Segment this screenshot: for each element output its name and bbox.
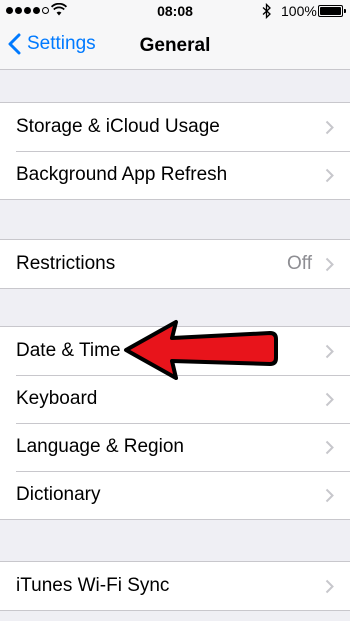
- row-restrictions[interactable]: Restrictions Off: [0, 240, 350, 288]
- chevron-right-icon: [325, 120, 334, 135]
- page-title: General: [139, 35, 211, 56]
- settings-group-storage: Storage & iCloud Usage Background App Re…: [0, 102, 350, 200]
- chevron-right-icon: [325, 579, 334, 594]
- row-language-region[interactable]: Language & Region: [0, 423, 350, 471]
- row-storage-icloud-usage[interactable]: Storage & iCloud Usage: [0, 103, 350, 151]
- red-arrow-icon: [124, 320, 278, 380]
- chevron-right-icon: [325, 257, 334, 272]
- settings-group-restrictions: Restrictions Off: [0, 239, 350, 289]
- row-background-app-refresh[interactable]: Background App Refresh: [0, 151, 350, 199]
- row-value: Off: [287, 253, 312, 274]
- chevron-right-icon: [325, 392, 334, 407]
- row-itunes-wifi-sync[interactable]: iTunes Wi-Fi Sync: [0, 562, 350, 610]
- battery-icon: [318, 5, 343, 17]
- battery-percentage: 100%: [281, 3, 317, 19]
- battery-tip: [344, 9, 346, 13]
- row-label: iTunes Wi-Fi Sync: [16, 575, 170, 596]
- chevron-right-icon: [325, 168, 334, 183]
- navigation-bar: Settings General: [0, 22, 350, 70]
- status-bar: 08:08 100%: [0, 0, 350, 22]
- bluetooth-icon: [262, 3, 271, 19]
- chevron-right-icon: [325, 440, 334, 455]
- row-label: Keyboard: [16, 388, 98, 409]
- row-label: Restrictions: [16, 253, 116, 274]
- settings-group-sync: iTunes Wi-Fi Sync: [0, 561, 350, 611]
- row-label: Storage & iCloud Usage: [16, 116, 220, 137]
- row-label: Dictionary: [16, 484, 101, 505]
- row-dictionary[interactable]: Dictionary: [0, 471, 350, 519]
- row-keyboard[interactable]: Keyboard: [0, 375, 350, 423]
- row-label: Background App Refresh: [16, 164, 228, 185]
- chevron-right-icon: [325, 488, 334, 503]
- row-label: Language & Region: [16, 436, 184, 457]
- chevron-right-icon: [325, 344, 334, 359]
